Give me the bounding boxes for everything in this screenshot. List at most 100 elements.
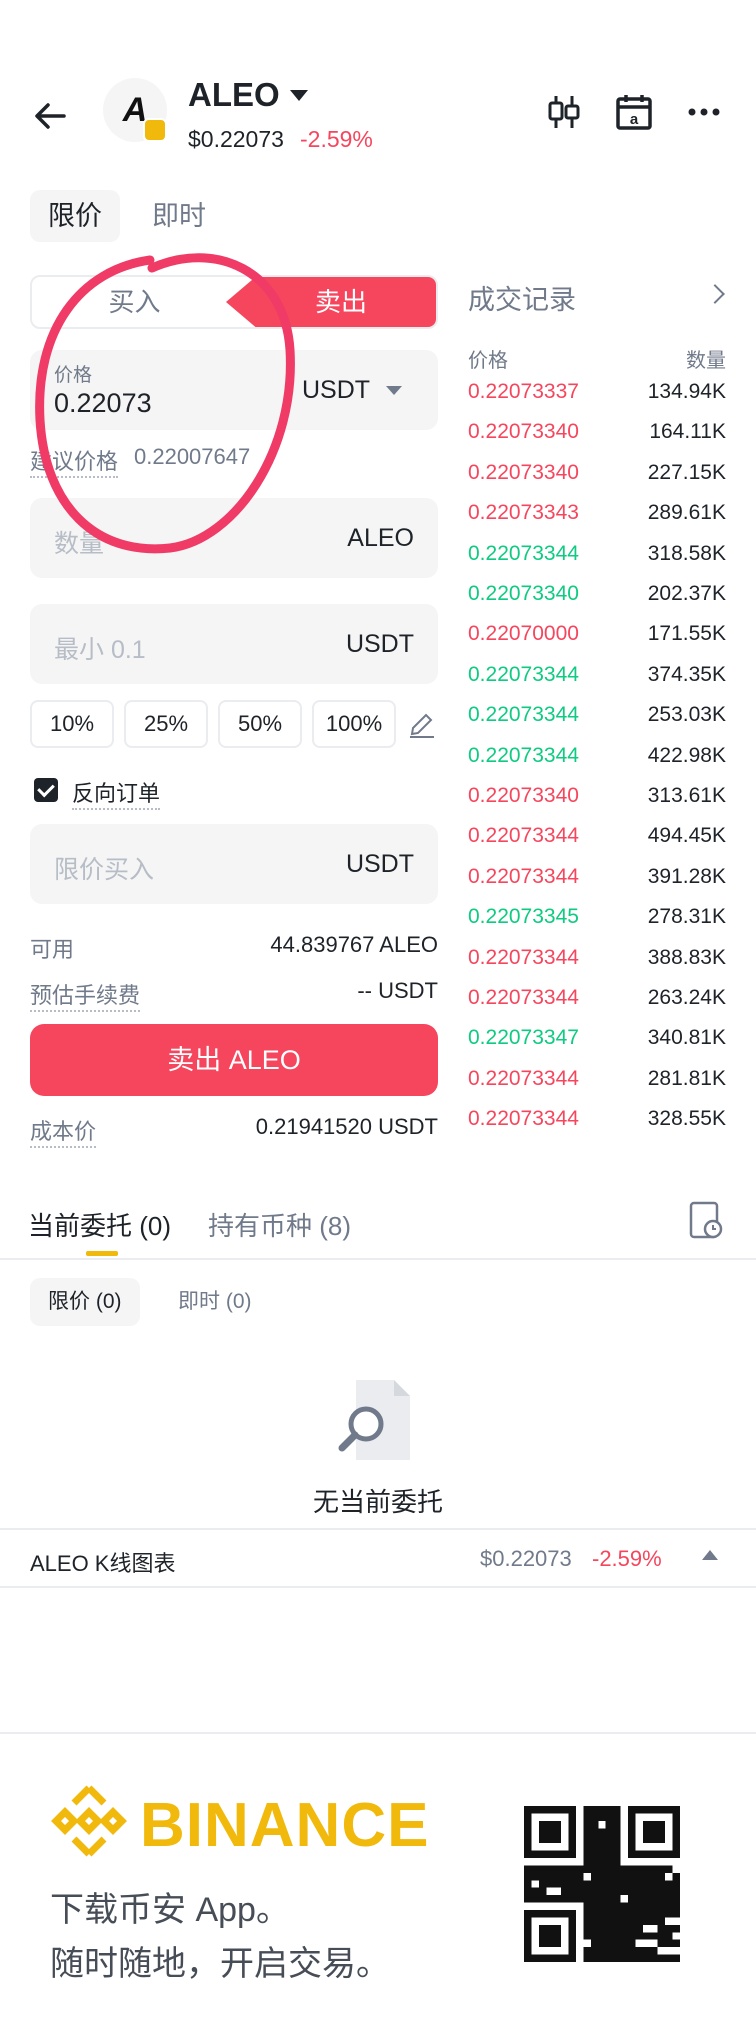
price-input-value[interactable]: 0.22073 — [54, 388, 152, 419]
trade-qty: 391.28K — [647, 864, 726, 888]
price-field-label: 价格 — [54, 365, 93, 386]
percent-10-button[interactable]: 10% — [30, 700, 114, 748]
trade-price: 0.22073340 — [468, 582, 579, 605]
trade-price: 0.22073344 — [468, 1066, 579, 1090]
quantity-placeholder: 数量 — [54, 530, 105, 558]
empty-search-document-icon — [338, 1380, 410, 1460]
back-arrow-icon[interactable] — [30, 96, 70, 136]
trade-price: 0.22073344 — [468, 703, 579, 727]
trade-price: 0.22070000 — [468, 622, 579, 646]
sell-button[interactable]: 卖出 — [226, 277, 436, 327]
promo-line-1: 下载币安 App。 — [50, 1891, 290, 1929]
trades-col-qty: 数量 — [686, 350, 726, 372]
available-value: 44.839767 ALEO — [270, 932, 438, 957]
expand-up-icon[interactable] — [702, 1550, 718, 1560]
kline-change: -2.59% — [592, 1546, 662, 1571]
total-field[interactable]: 最小 0.1 USDT — [30, 604, 438, 684]
more-icon[interactable] — [684, 92, 724, 132]
reverse-order-label[interactable]: 反向订单 — [72, 776, 161, 810]
trade-price: 0.22073343 — [468, 501, 579, 525]
trade-qty: 318.58K — [647, 541, 726, 565]
total-unit: USDT — [345, 630, 414, 658]
calendar-icon[interactable]: a — [614, 92, 654, 132]
percent-50-button[interactable]: 50% — [218, 700, 302, 748]
quantity-unit: ALEO — [347, 524, 414, 552]
cost-price-value: 0.21941520 USDT — [255, 1114, 438, 1139]
binance-logo-icon — [51, 1785, 127, 1857]
trade-qty: 422.98K — [647, 743, 726, 767]
trade-price: 0.22073347 — [468, 1026, 579, 1050]
trade-price: 0.22073344 — [468, 662, 579, 686]
trade-price: 0.22073340 — [468, 784, 579, 807]
pair-price: $0.22073 — [188, 126, 284, 152]
trade-qty: 328.55K — [647, 1107, 726, 1131]
trade-qty: 289.61K — [647, 501, 726, 525]
trade-price: 0.22073344 — [468, 864, 579, 888]
trade-qty: 227.15K — [647, 460, 726, 484]
tab-instant[interactable]: 即时 — [134, 190, 224, 242]
trade-qty: 313.61K — [647, 784, 726, 807]
active-tab-indicator — [86, 1251, 118, 1256]
trade-qty: 281.81K — [647, 1066, 726, 1090]
estimated-fee-value: -- USDT — [357, 978, 438, 1003]
tabs-divider — [0, 1258, 756, 1260]
side-toggle: 买入 卖出 — [30, 275, 438, 329]
percent-25-button[interactable]: 25% — [124, 700, 208, 748]
sub-tab-instant[interactable]: 即时 (0) — [160, 1278, 270, 1326]
quantity-field[interactable]: 数量 ALEO — [30, 498, 438, 578]
trade-price: 0.22073344 — [468, 743, 579, 767]
trade-qty: 263.24K — [647, 986, 726, 1009]
sub-tab-limit[interactable]: 限价 (0) — [30, 1278, 140, 1326]
limit-buy-unit: USDT — [345, 850, 414, 878]
trade-qty: 374.35K — [647, 662, 726, 686]
candlestick-chart-icon[interactable] — [544, 92, 584, 132]
trade-price: 0.22073344 — [468, 945, 579, 969]
trade-qty: 202.37K — [647, 582, 726, 605]
chevron-right-icon[interactable] — [705, 284, 725, 304]
trade-qty: 253.03K — [647, 703, 726, 727]
price-unit[interactable]: USDT — [302, 376, 370, 405]
trade-qty: 494.45K — [647, 824, 726, 848]
percent-100-button[interactable]: 100% — [312, 700, 396, 748]
pair-symbol[interactable]: ALEO — [188, 76, 280, 114]
suggested-price-label: 建议价格 — [30, 444, 119, 478]
estimated-fee-label[interactable]: 预估手续费 — [30, 978, 141, 1012]
available-label: 可用 — [30, 937, 75, 962]
svg-text:a: a — [630, 111, 639, 128]
suggested-price-value[interactable]: 0.22007647 — [134, 444, 250, 470]
trades-title[interactable]: 成交记录 — [468, 278, 576, 317]
limit-buy-placeholder: 限价买入 — [54, 856, 155, 884]
edit-pencil-icon[interactable] — [408, 710, 436, 738]
empty-state-text: 无当前委托 — [312, 1487, 443, 1517]
trade-price: 0.22073337 — [468, 380, 579, 403]
trade-price: 0.22073340 — [468, 460, 579, 484]
promo-line-2: 随时随地，开启交易。 — [50, 1945, 390, 1983]
buy-button[interactable]: 买入 — [32, 277, 237, 327]
trade-qty: 134.94K — [647, 380, 726, 403]
reverse-order-checkbox[interactable] — [34, 778, 58, 802]
kline-label: ALEO K线图表 — [30, 1551, 176, 1576]
trade-qty: 340.81K — [647, 1026, 726, 1050]
cost-price-label[interactable]: 成本价 — [30, 1114, 97, 1148]
trade-qty: 388.83K — [647, 945, 726, 969]
pair-change: -2.59% — [300, 126, 373, 152]
trade-qty: 171.55K — [647, 622, 726, 646]
order-history-icon[interactable] — [688, 1200, 724, 1240]
price-unit-dropdown-icon[interactable] — [386, 386, 402, 395]
binance-wordmark: BINANCE — [140, 1791, 430, 1860]
price-field[interactable]: 价格 0.22073 USDT — [30, 350, 438, 430]
trade-qty: 164.11K — [649, 420, 726, 444]
bnb-chain-badge-icon — [143, 118, 167, 142]
pair-dropdown-icon[interactable] — [290, 90, 308, 101]
sell-submit-button[interactable]: 卖出 ALEO — [30, 1024, 438, 1096]
tab-holdings[interactable]: 持有币种 (8) — [208, 1206, 351, 1243]
tab-open-orders[interactable]: 当前委托 (0) — [28, 1206, 171, 1243]
qr-code[interactable] — [524, 1806, 680, 1962]
trade-price: 0.22073344 — [468, 541, 579, 565]
kline-bar[interactable]: ALEO K线图表 $0.22073 -2.59% — [0, 1528, 756, 1588]
trade-price: 0.22073344 — [468, 1107, 579, 1131]
tab-limit[interactable]: 限价 — [30, 190, 120, 242]
limit-buy-field[interactable]: 限价买入 USDT — [30, 824, 438, 904]
trade-price: 0.22073345 — [468, 905, 579, 929]
trades-col-price: 价格 — [468, 350, 508, 372]
